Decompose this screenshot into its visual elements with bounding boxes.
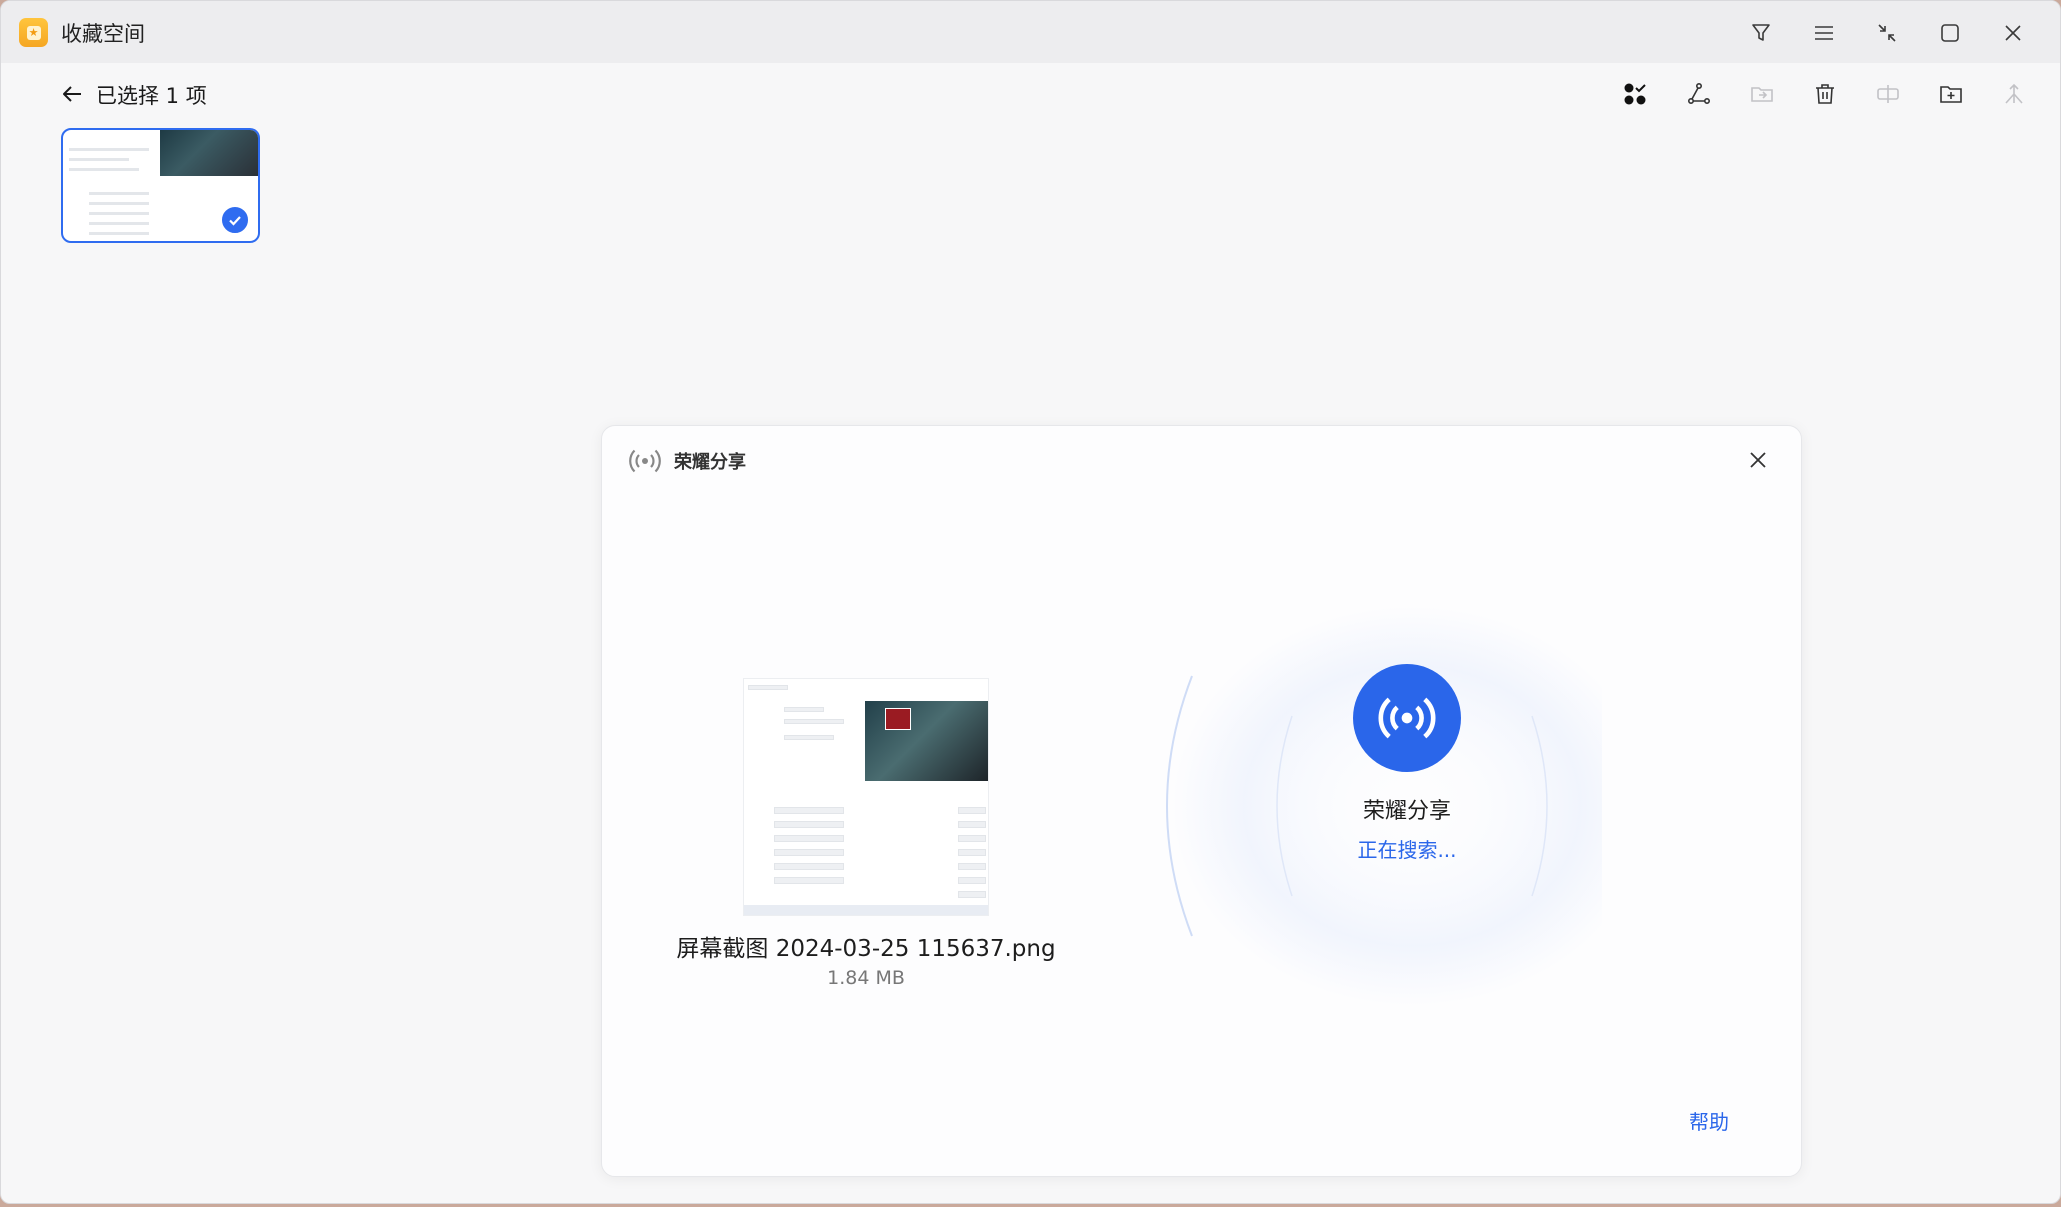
preview-row [958, 849, 986, 856]
broadcast-icon [1378, 697, 1436, 739]
close-button[interactable] [1995, 15, 2031, 51]
sort-icon [2005, 83, 2023, 104]
preview-row [958, 891, 986, 898]
select-all-button[interactable] [1617, 75, 1655, 113]
thumbnail-row [69, 158, 129, 161]
preview-row [958, 877, 986, 884]
move-to-folder-icon [1751, 87, 1773, 102]
thumbnail-row [89, 212, 149, 215]
file-size: 1.84 MB [827, 967, 905, 989]
preview-row [958, 835, 986, 842]
preview-row [774, 849, 844, 856]
thumbnail-row [89, 202, 149, 205]
dialog-title: 荣耀分享 [674, 452, 746, 473]
title-bar: ★ 收藏空间 [1, 1, 2060, 63]
preview-row [748, 685, 788, 690]
thumbnail-row [89, 192, 149, 195]
preview-red-badge [885, 708, 911, 730]
preview-taskbar [744, 905, 988, 915]
preview-row [774, 877, 844, 884]
app-logo-icon: ★ [19, 18, 48, 47]
thumbnail-row [69, 148, 149, 151]
dialog-close-button[interactable] [1741, 443, 1775, 477]
app-window: ★ 收藏空间 已选择 1 项 荣耀分享 屏幕截图 2024-03-25 1156… [0, 0, 2061, 1204]
arrow-left-icon [63, 86, 81, 102]
preview-row [784, 719, 844, 724]
sort-button[interactable] [1995, 75, 2033, 113]
preview-row [774, 807, 844, 814]
share-button[interactable] [1680, 75, 1718, 113]
preview-row [774, 863, 844, 870]
share-icon [1687, 82, 1710, 104]
split-icon [1877, 85, 1899, 103]
select-all-icon [1624, 83, 1646, 105]
preview-row [958, 863, 986, 870]
delete-button[interactable] [1806, 75, 1844, 113]
maximize-button[interactable] [1932, 15, 1968, 51]
selected-item-thumbnail[interactable] [61, 128, 260, 243]
search-status: 正在搜索... [1357, 838, 1457, 862]
thumbnail-photo [160, 130, 258, 176]
window-title: 收藏空间 [61, 22, 145, 46]
menu-button[interactable] [1806, 15, 1842, 51]
back-button[interactable] [57, 79, 87, 109]
honor-share-dialog: 荣耀分享 屏幕截图 2024-03-25 115637.png 1.84 MB … [601, 425, 1802, 1177]
preview-row [774, 821, 844, 828]
preview-row [784, 707, 824, 712]
shrink-icon [1878, 24, 1896, 42]
preview-row [958, 821, 986, 828]
thumbnail-row [69, 168, 139, 171]
split-button[interactable] [1869, 75, 1907, 113]
filter-icon [1752, 24, 1770, 41]
help-link[interactable]: 帮助 [1689, 1106, 1729, 1135]
file-name: 屏幕截图 2024-03-25 115637.png [676, 936, 1056, 962]
thumbnail-row [89, 222, 149, 225]
preview-row [774, 835, 844, 842]
close-icon [1750, 452, 1766, 468]
move-to-folder-button[interactable] [1743, 75, 1781, 113]
thumbnail-row [89, 232, 149, 235]
honor-share-button[interactable] [1353, 664, 1461, 772]
selected-check-icon[interactable] [220, 205, 250, 235]
delete-icon [1816, 84, 1834, 104]
menu-icon [1815, 26, 1833, 40]
filter-button[interactable] [1743, 15, 1779, 51]
close-icon [2005, 25, 2021, 41]
new-folder-button[interactable] [1932, 75, 1970, 113]
preview-row [958, 807, 986, 814]
file-preview-image [743, 678, 989, 916]
selection-count: 已选择 1 项 [96, 84, 207, 108]
maximize-icon [1941, 24, 1959, 42]
preview-row [784, 735, 834, 740]
share-target-label: 荣耀分享 [1362, 799, 1451, 824]
preview-photo [865, 701, 988, 781]
broadcast-icon [629, 449, 661, 473]
shrink-button[interactable] [1869, 15, 1905, 51]
new-folder-icon [1940, 86, 1962, 103]
star-icon: ★ [26, 25, 41, 40]
